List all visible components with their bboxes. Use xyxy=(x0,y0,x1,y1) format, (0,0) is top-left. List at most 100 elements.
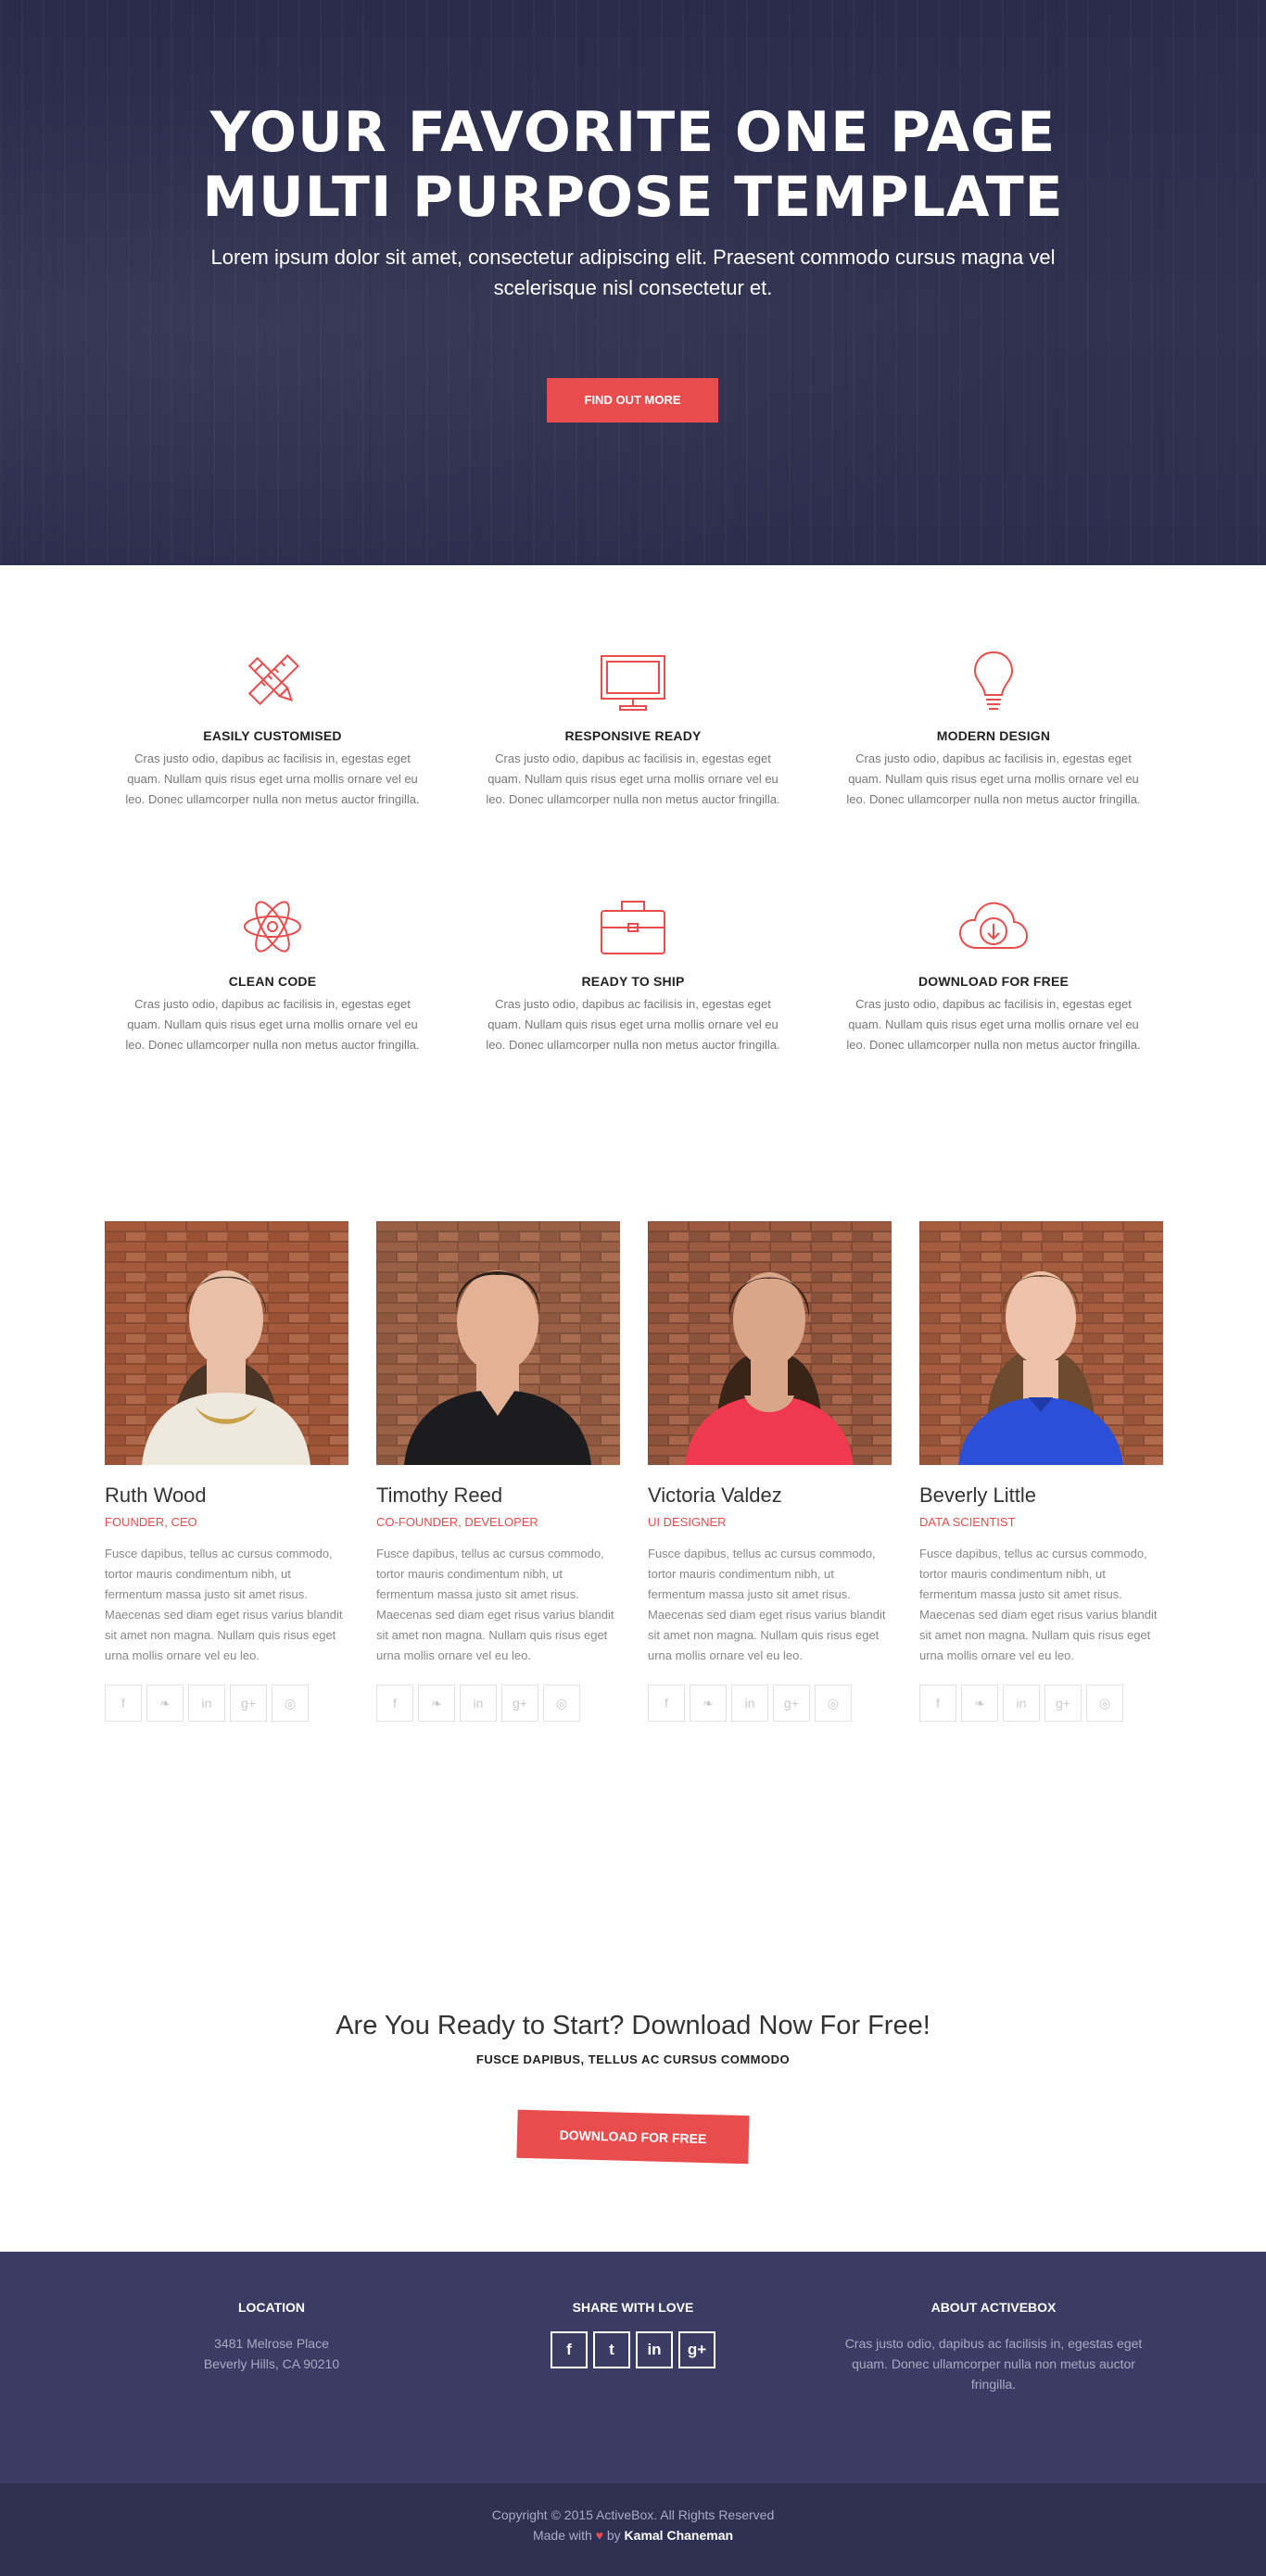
team-member-role: CO-FOUNDER, DEVELOPER xyxy=(376,1515,538,1529)
team-member-name: Victoria Valdez xyxy=(648,1484,782,1507)
download-cta-section: Are You Ready to Start? Download Now For… xyxy=(0,1992,1266,2252)
cloud-download-icon xyxy=(958,902,1029,949)
feature-title: MODERN DESIGN xyxy=(936,728,1051,743)
made-with-text: Made with xyxy=(532,2528,592,2543)
download-for-free-button[interactable]: DOWNLOAD FOR FREE xyxy=(516,2109,750,2165)
team-member-socials: f ❧ in g+ ◎ xyxy=(648,1685,892,1722)
team-member-role: UI DESIGNER xyxy=(648,1515,727,1529)
feature-text: Cras justo odio, dapibus ac facilisis in… xyxy=(486,751,780,806)
twitter-icon[interactable]: t xyxy=(593,2331,630,2368)
feature-text: Cras justo odio, dapibus ac facilisis in… xyxy=(125,997,420,1052)
linkedin-icon[interactable]: in xyxy=(1003,1685,1040,1722)
footer-address: 3481 Melrose Place Beverly Hills, CA 902… xyxy=(119,2333,424,2374)
cta-heading: Are You Ready to Start? Download Now For… xyxy=(335,2011,931,2040)
features-section: EASILY CUSTOMISED Cras justo odio, dapib… xyxy=(0,565,1266,1158)
by-text: by xyxy=(606,2528,621,2543)
heart-icon: ♥ xyxy=(595,2528,603,2543)
footer-share: SHARE WITH LOVE f t in g+ xyxy=(480,2300,786,2368)
footer-location: LOCATION 3481 Melrose Place Beverly Hill… xyxy=(119,2300,424,2374)
team-member-socials: f ❧ in g+ ◎ xyxy=(376,1685,620,1722)
feature-text: Cras justo odio, dapibus ac facilisis in… xyxy=(846,997,1141,1052)
twitter-icon[interactable]: ❧ xyxy=(961,1685,998,1722)
facebook-icon[interactable]: f xyxy=(648,1685,685,1722)
pencil-ruler-icon xyxy=(247,654,299,706)
feature-text: Cras justo odio, dapibus ac facilisis in… xyxy=(846,751,1141,806)
footer: LOCATION 3481 Melrose Place Beverly Hill… xyxy=(0,2252,1266,2483)
facebook-icon[interactable]: f xyxy=(919,1685,956,1722)
monitor-icon xyxy=(601,655,665,711)
team-member-name: Beverly Little xyxy=(919,1484,1036,1507)
google-plus-icon[interactable]: g+ xyxy=(1044,1685,1082,1722)
feature-text: Cras justo odio, dapibus ac facilisis in… xyxy=(486,997,780,1052)
team-member-card: Beverly Little DATA SCIENTIST Fusce dapi… xyxy=(919,1221,1163,1722)
feature-title: CLEAN CODE xyxy=(228,974,317,989)
hero-title: YOUR FAVORITE ONE PAGE MULTI PURPOSE TEM… xyxy=(170,100,1096,230)
hero-subtitle: Lorem ipsum dolor sit amet, consectetur … xyxy=(210,246,1056,299)
feature-title: RESPONSIVE READY xyxy=(564,728,702,743)
google-plus-icon[interactable]: g+ xyxy=(501,1685,538,1722)
feature-item: RESPONSIVE READY Cras justo odio, dapibu… xyxy=(480,649,786,810)
linkedin-icon[interactable]: in xyxy=(731,1685,768,1722)
copyright-text: Copyright © 2015 ActiveBox. All Rights R… xyxy=(491,2507,775,2522)
feature-item: MODERN DESIGN Cras justo odio, dapibus a… xyxy=(841,649,1146,810)
linkedin-icon[interactable]: in xyxy=(188,1685,225,1722)
footer-share-title: SHARE WITH LOVE xyxy=(572,2300,694,2315)
dribbble-icon[interactable]: ◎ xyxy=(272,1685,309,1722)
team-member-bio: Fusce dapibus, tellus ac cursus commodo,… xyxy=(648,1547,886,1662)
dribbble-icon[interactable]: ◎ xyxy=(543,1685,580,1722)
team-member-socials: f ❧ in g+ ◎ xyxy=(105,1685,348,1722)
team-member-bio: Fusce dapibus, tellus ac cursus commodo,… xyxy=(919,1547,1158,1662)
feature-title: READY TO SHIP xyxy=(581,974,685,989)
hero-title-line-2: MULTI PURPOSE TEMPLATE xyxy=(202,165,1064,230)
author-link[interactable]: Kamal Chaneman xyxy=(625,2528,733,2543)
team-member-bio: Fusce dapibus, tellus ac cursus commodo,… xyxy=(376,1547,614,1662)
hero-section: YOUR FAVORITE ONE PAGE MULTI PURPOSE TEM… xyxy=(0,0,1266,565)
cta-subheading: FUSCE DAPIBUS, TELLUS AC CURSUS COMMODO xyxy=(475,2052,791,2066)
team-member-name: Timothy Reed xyxy=(376,1484,503,1507)
feature-title: DOWNLOAD FOR FREE xyxy=(918,974,1070,989)
footer-about-text: Cras justo odio, dapibus ac facilisis in… xyxy=(844,2336,1143,2392)
team-member-photo xyxy=(919,1221,1163,1465)
footer-social-links: f t in g+ xyxy=(480,2331,786,2368)
facebook-icon[interactable]: f xyxy=(105,1685,142,1722)
team-member-name: Ruth Wood xyxy=(105,1484,207,1507)
team-member-card: Victoria Valdez UI DESIGNER Fusce dapibu… xyxy=(648,1221,892,1722)
team-member-socials: f ❧ in g+ ◎ xyxy=(919,1685,1163,1722)
twitter-icon[interactable]: ❧ xyxy=(146,1685,184,1722)
dribbble-icon[interactable]: ◎ xyxy=(815,1685,852,1722)
team-member-card: Timothy Reed CO-FOUNDER, DEVELOPER Fusce… xyxy=(376,1221,620,1722)
dribbble-icon[interactable]: ◎ xyxy=(1086,1685,1123,1722)
find-out-more-button[interactable]: FIND OUT MORE xyxy=(547,378,718,423)
facebook-icon[interactable]: f xyxy=(376,1685,413,1722)
google-plus-icon[interactable]: g+ xyxy=(773,1685,810,1722)
team-member-role: DATA SCIENTIST xyxy=(919,1515,1016,1529)
feature-item: DOWNLOAD FOR FREE Cras justo odio, dapib… xyxy=(841,894,1146,1055)
facebook-icon[interactable]: f xyxy=(551,2331,588,2368)
team-member-card: Ruth Wood FOUNDER, CEO Fusce dapibus, te… xyxy=(105,1221,348,1722)
team-member-role: FOUNDER, CEO xyxy=(105,1515,197,1529)
twitter-icon[interactable]: ❧ xyxy=(690,1685,727,1722)
feature-title: EASILY CUSTOMISED xyxy=(203,728,342,743)
made-with-line: Made with ♥ by Kamal Chaneman xyxy=(0,2528,1266,2543)
linkedin-icon[interactable]: in xyxy=(460,1685,497,1722)
team-member-photo xyxy=(648,1221,892,1465)
linkedin-icon[interactable]: in xyxy=(636,2331,673,2368)
twitter-icon[interactable]: ❧ xyxy=(418,1685,455,1722)
feature-text: Cras justo odio, dapibus ac facilisis in… xyxy=(125,751,420,806)
hero-title-line-1: YOUR FAVORITE ONE PAGE xyxy=(209,100,1057,165)
feature-item: EASILY CUSTOMISED Cras justo odio, dapib… xyxy=(120,649,425,810)
team-member-bio: Fusce dapibus, tellus ac cursus commodo,… xyxy=(105,1547,343,1662)
feature-item: READY TO SHIP Cras justo odio, dapibus a… xyxy=(480,894,786,1055)
footer-about-title: ABOUT ACTIVEBOX xyxy=(931,2300,1057,2315)
google-plus-icon[interactable]: g+ xyxy=(678,2331,715,2368)
team-member-photo xyxy=(105,1221,348,1465)
team-section: Ruth Wood FOUNDER, CEO Fusce dapibus, te… xyxy=(0,1221,1266,1777)
copyright-bar: Copyright © 2015 ActiveBox. All Rights R… xyxy=(0,2483,1266,2576)
team-member-photo xyxy=(376,1221,620,1465)
google-plus-icon[interactable]: g+ xyxy=(230,1685,267,1722)
footer-about: ABOUT ACTIVEBOX Cras justo odio, dapibus… xyxy=(841,2300,1146,2394)
feature-item: CLEAN CODE Cras justo odio, dapibus ac f… xyxy=(120,894,425,1055)
lightbulb-icon xyxy=(973,650,1014,710)
address-line-1: 3481 Melrose Place xyxy=(214,2336,329,2351)
footer-location-title: LOCATION xyxy=(237,2300,306,2315)
